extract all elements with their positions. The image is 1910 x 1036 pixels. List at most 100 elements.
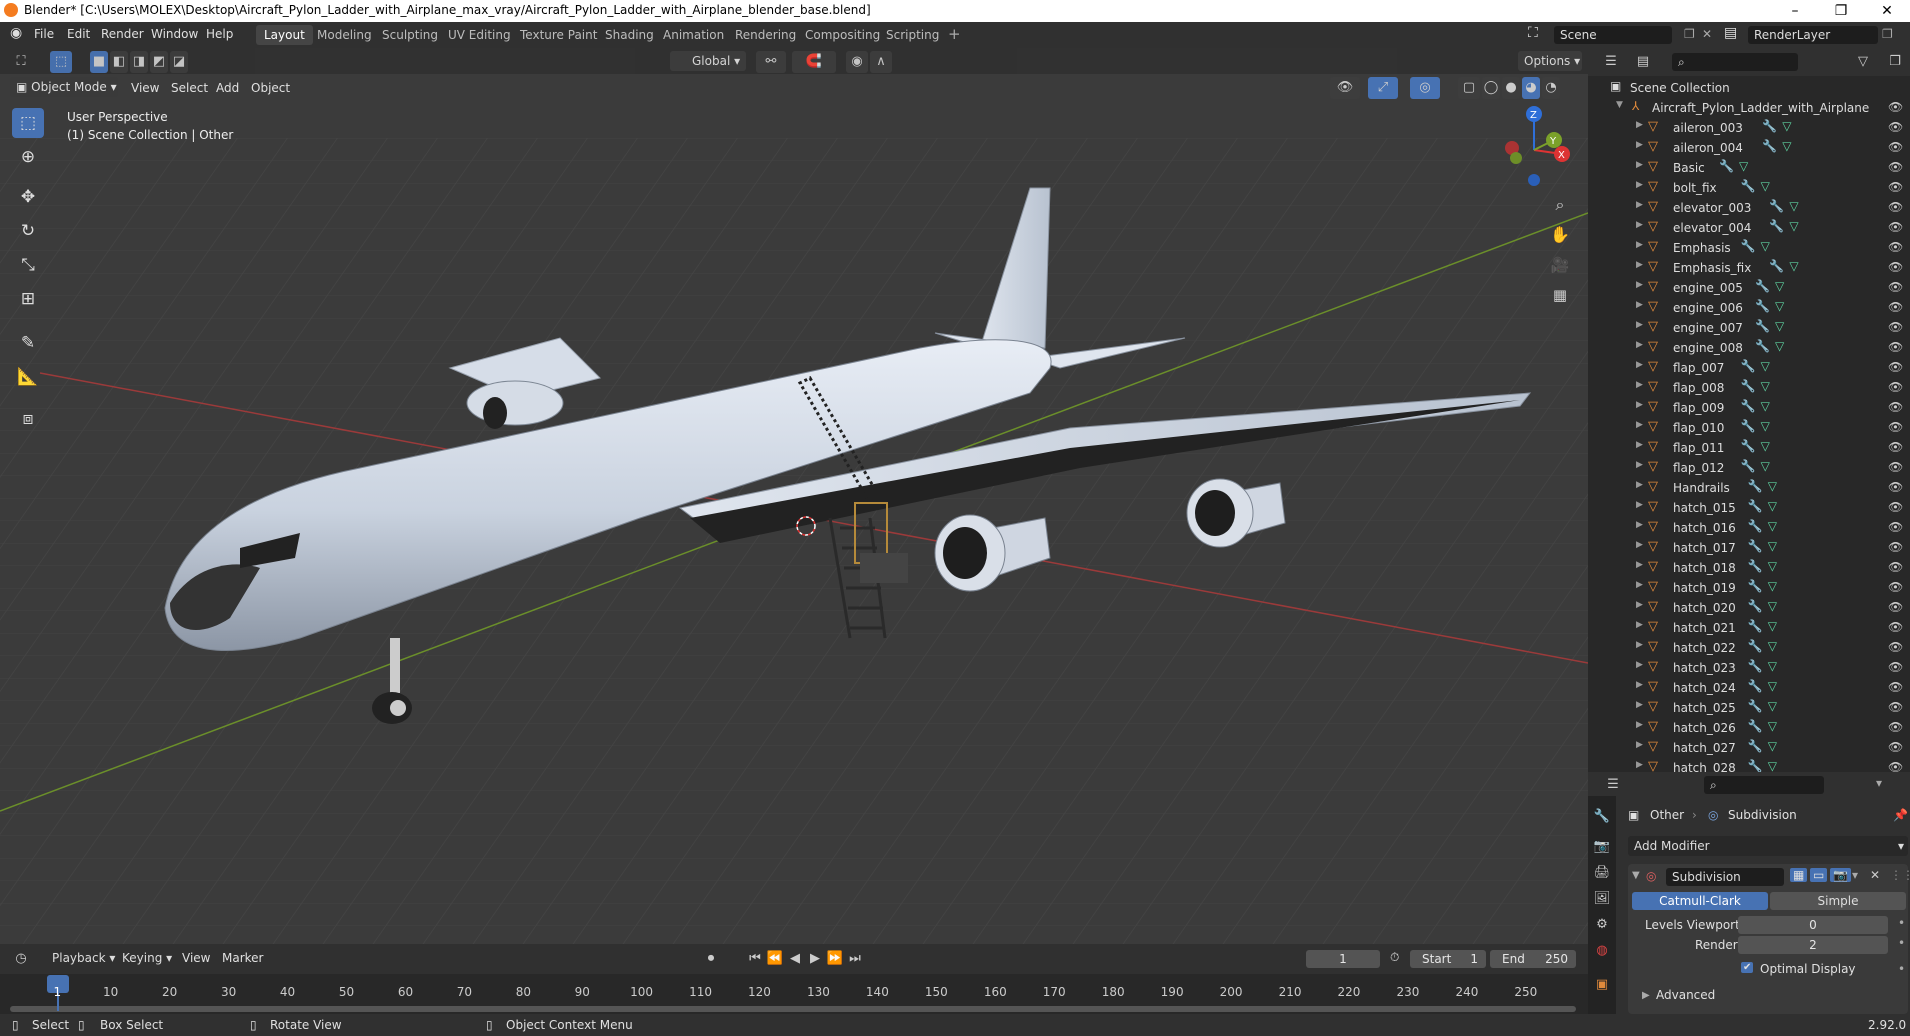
expand-icon[interactable]: ▶ bbox=[1636, 600, 1643, 610]
visibility-eye-icon[interactable]: 👁 bbox=[1888, 260, 1903, 274]
outliner-item[interactable]: ▶ ▽ Handrails 🔧 ▽ 👁 bbox=[1588, 478, 1910, 498]
visibility-eye-icon[interactable]: 👁 bbox=[1888, 600, 1903, 614]
timeline-editor-icon[interactable]: ◷ bbox=[10, 948, 32, 970]
next-keyframe-icon[interactable]: ⏩ bbox=[824, 948, 846, 970]
add-modifier-dropdown[interactable]: Add Modifier ▾ bbox=[1628, 836, 1908, 856]
new-collection-icon[interactable]: ❐ bbox=[1884, 51, 1906, 73]
animate-dot-icon[interactable]: • bbox=[1898, 962, 1905, 976]
modifier-wrench-icon[interactable]: 🔧 bbox=[1741, 379, 1756, 393]
menu-window[interactable]: Window bbox=[151, 27, 198, 41]
modifier-wrench-icon[interactable]: 🔧 bbox=[1741, 239, 1756, 253]
rotate-tool-icon[interactable]: ↻ bbox=[12, 216, 44, 246]
outliner-item[interactable]: ▶ ▽ aileron_004 🔧 ▽ 👁 bbox=[1588, 138, 1910, 158]
modifier-name-field[interactable]: Subdivision bbox=[1666, 868, 1784, 886]
tab-uv-editing[interactable]: UV Editing bbox=[440, 25, 519, 45]
mesh-data-icon[interactable]: ▽ bbox=[1768, 519, 1777, 533]
expand-icon[interactable]: ▶ bbox=[1636, 760, 1643, 770]
modifier-wrench-icon[interactable]: 🔧 bbox=[1741, 419, 1756, 433]
proportional-edit-icon[interactable]: ◉ bbox=[846, 51, 868, 73]
tab-scripting[interactable]: Scripting bbox=[878, 25, 947, 45]
expand-icon[interactable]: ▶ bbox=[1636, 120, 1643, 130]
cursor-tool-icon[interactable]: ⊕ bbox=[12, 142, 44, 172]
maximize-button[interactable]: ❐ bbox=[1818, 0, 1864, 22]
play-icon[interactable]: ▶ bbox=[804, 948, 826, 970]
add-workspace-icon[interactable]: + bbox=[948, 25, 961, 43]
visibility-eye-icon[interactable]: 👁 bbox=[1888, 640, 1903, 654]
visibility-eye-icon[interactable]: 👁 bbox=[1888, 400, 1903, 414]
outliner-item[interactable]: ▶ ▽ hatch_018 🔧 ▽ 👁 bbox=[1588, 558, 1910, 578]
visibility-eye-icon[interactable]: 👁 bbox=[1888, 740, 1903, 754]
modifier-wrench-icon[interactable]: 🔧 bbox=[1748, 739, 1763, 753]
outliner-item[interactable]: ▶ ▽ engine_008 🔧 ▽ 👁 bbox=[1588, 338, 1910, 358]
scene-copy-icon[interactable]: ❐ bbox=[1684, 27, 1695, 41]
outliner-item[interactable]: ▶ ▽ hatch_026 🔧 ▽ 👁 bbox=[1588, 718, 1910, 738]
tool-tab-icon[interactable]: 🔧 bbox=[1591, 806, 1613, 828]
visibility-icon[interactable]: 👁 bbox=[1330, 77, 1360, 99]
render-tab-icon[interactable]: 📷 bbox=[1591, 836, 1613, 858]
visibility-eye-icon[interactable]: 👁 bbox=[1888, 480, 1903, 494]
mesh-data-icon[interactable]: ▽ bbox=[1768, 739, 1777, 753]
modifier-wrench-icon[interactable]: 🔧 bbox=[1748, 659, 1763, 673]
outliner-item[interactable]: ▶ ▽ hatch_027 🔧 ▽ 👁 bbox=[1588, 738, 1910, 758]
modifier-wrench-icon[interactable]: 🔧 bbox=[1755, 279, 1770, 293]
outliner-item[interactable]: ▶ ▽ aileron_003 🔧 ▽ 👁 bbox=[1588, 118, 1910, 138]
mesh-data-icon[interactable]: ▽ bbox=[1761, 419, 1770, 433]
scene-icon[interactable]: ⛶ bbox=[1528, 25, 1538, 41]
material-shading-icon[interactable]: ◕ bbox=[1522, 77, 1540, 99]
outliner-item[interactable]: ▶ ▽ hatch_016 🔧 ▽ 👁 bbox=[1588, 518, 1910, 538]
modifier-wrench-icon[interactable]: 🔧 bbox=[1748, 539, 1763, 553]
visibility-eye-icon[interactable]: 👁 bbox=[1888, 720, 1903, 734]
mesh-data-icon[interactable]: ▽ bbox=[1768, 639, 1777, 653]
renderlayer-field[interactable]: RenderLayer bbox=[1748, 26, 1878, 44]
current-frame-field[interactable]: 1 bbox=[1306, 950, 1380, 968]
menu-view[interactable]: View bbox=[131, 81, 159, 95]
simple-button[interactable]: Simple bbox=[1770, 892, 1906, 910]
outliner-item[interactable]: ▶ ▽ engine_007 🔧 ▽ 👁 bbox=[1588, 318, 1910, 338]
expand-icon[interactable]: ▶ bbox=[1636, 360, 1643, 370]
modifier-wrench-icon[interactable]: 🔧 bbox=[1762, 119, 1777, 133]
select-extend-icon[interactable]: ◧ bbox=[110, 51, 128, 73]
visibility-eye-icon[interactable]: 👁 bbox=[1888, 440, 1903, 454]
end-frame-field[interactable]: End 250 bbox=[1490, 950, 1576, 968]
mesh-data-icon[interactable]: ▽ bbox=[1775, 299, 1784, 313]
outliner-item[interactable]: ▶ ▽ Basic 🔧 ▽ 👁 bbox=[1588, 158, 1910, 178]
drag-handle-icon[interactable]: ⋮⋮ bbox=[1890, 868, 1910, 882]
select-intersect-icon[interactable]: ◩ bbox=[150, 51, 168, 73]
expand-icon[interactable]: ▶ bbox=[1636, 160, 1643, 170]
properties-editor-icon[interactable]: ☰ bbox=[1602, 774, 1624, 796]
expand-icon[interactable]: ▶ bbox=[1636, 440, 1643, 450]
mesh-data-icon[interactable]: ▽ bbox=[1761, 379, 1770, 393]
mesh-data-icon[interactable]: ▽ bbox=[1761, 399, 1770, 413]
expand-icon[interactable]: ▶ bbox=[1636, 340, 1643, 350]
scale-tool-icon[interactable]: ⤡ bbox=[12, 250, 44, 280]
menu-object[interactable]: Object bbox=[251, 81, 290, 95]
modifier-wrench-icon[interactable]: 🔧 bbox=[1741, 359, 1756, 373]
mesh-data-icon[interactable]: ▽ bbox=[1775, 279, 1784, 293]
select-box-tool-icon[interactable]: ⬚ bbox=[12, 108, 44, 138]
select-invert-icon[interactable]: ◪ bbox=[170, 51, 188, 73]
renderlayer-copy-icon[interactable]: ❐ bbox=[1882, 27, 1893, 41]
outliner-item[interactable]: ▶ ▽ flap_009 🔧 ▽ 👁 bbox=[1588, 398, 1910, 418]
modifier-wrench-icon[interactable]: 🔧 bbox=[1748, 599, 1763, 613]
modifier-wrench-icon[interactable]: 🔧 bbox=[1719, 159, 1734, 173]
modifier-wrench-icon[interactable]: 🔧 bbox=[1748, 719, 1763, 733]
outliner-item[interactable]: ▶ ▽ hatch_028 🔧 ▽ 👁 bbox=[1588, 758, 1910, 772]
measure-tool-icon[interactable]: 📐 bbox=[12, 362, 44, 392]
visibility-eye-icon[interactable]: 👁 bbox=[1888, 540, 1903, 554]
modifier-wrench-icon[interactable]: 🔧 bbox=[1748, 679, 1763, 693]
scene-field[interactable]: Scene bbox=[1554, 26, 1672, 44]
menu-select[interactable]: Select bbox=[171, 81, 208, 95]
mesh-data-icon[interactable]: ▽ bbox=[1768, 559, 1777, 573]
outliner-item[interactable]: ▶ ▽ engine_006 🔧 ▽ 👁 bbox=[1588, 298, 1910, 318]
outliner-search-input[interactable]: ⌕ bbox=[1672, 53, 1798, 71]
output-tab-icon[interactable]: 🖨 bbox=[1591, 862, 1613, 884]
expand-icon[interactable]: ▶ bbox=[1636, 520, 1643, 530]
mesh-data-icon[interactable]: ▽ bbox=[1768, 599, 1777, 613]
mesh-data-icon[interactable]: ▽ bbox=[1782, 119, 1791, 133]
modifier-wrench-icon[interactable]: 🔧 bbox=[1748, 479, 1763, 493]
expand-icon[interactable]: ▶ bbox=[1636, 420, 1643, 430]
editmode-toggle-icon[interactable]: ▦ bbox=[1790, 868, 1808, 882]
playback-dropdown[interactable]: Playback ▾ bbox=[46, 948, 121, 968]
mesh-data-icon[interactable]: ▽ bbox=[1768, 679, 1777, 693]
mesh-data-icon[interactable]: ▽ bbox=[1782, 139, 1791, 153]
